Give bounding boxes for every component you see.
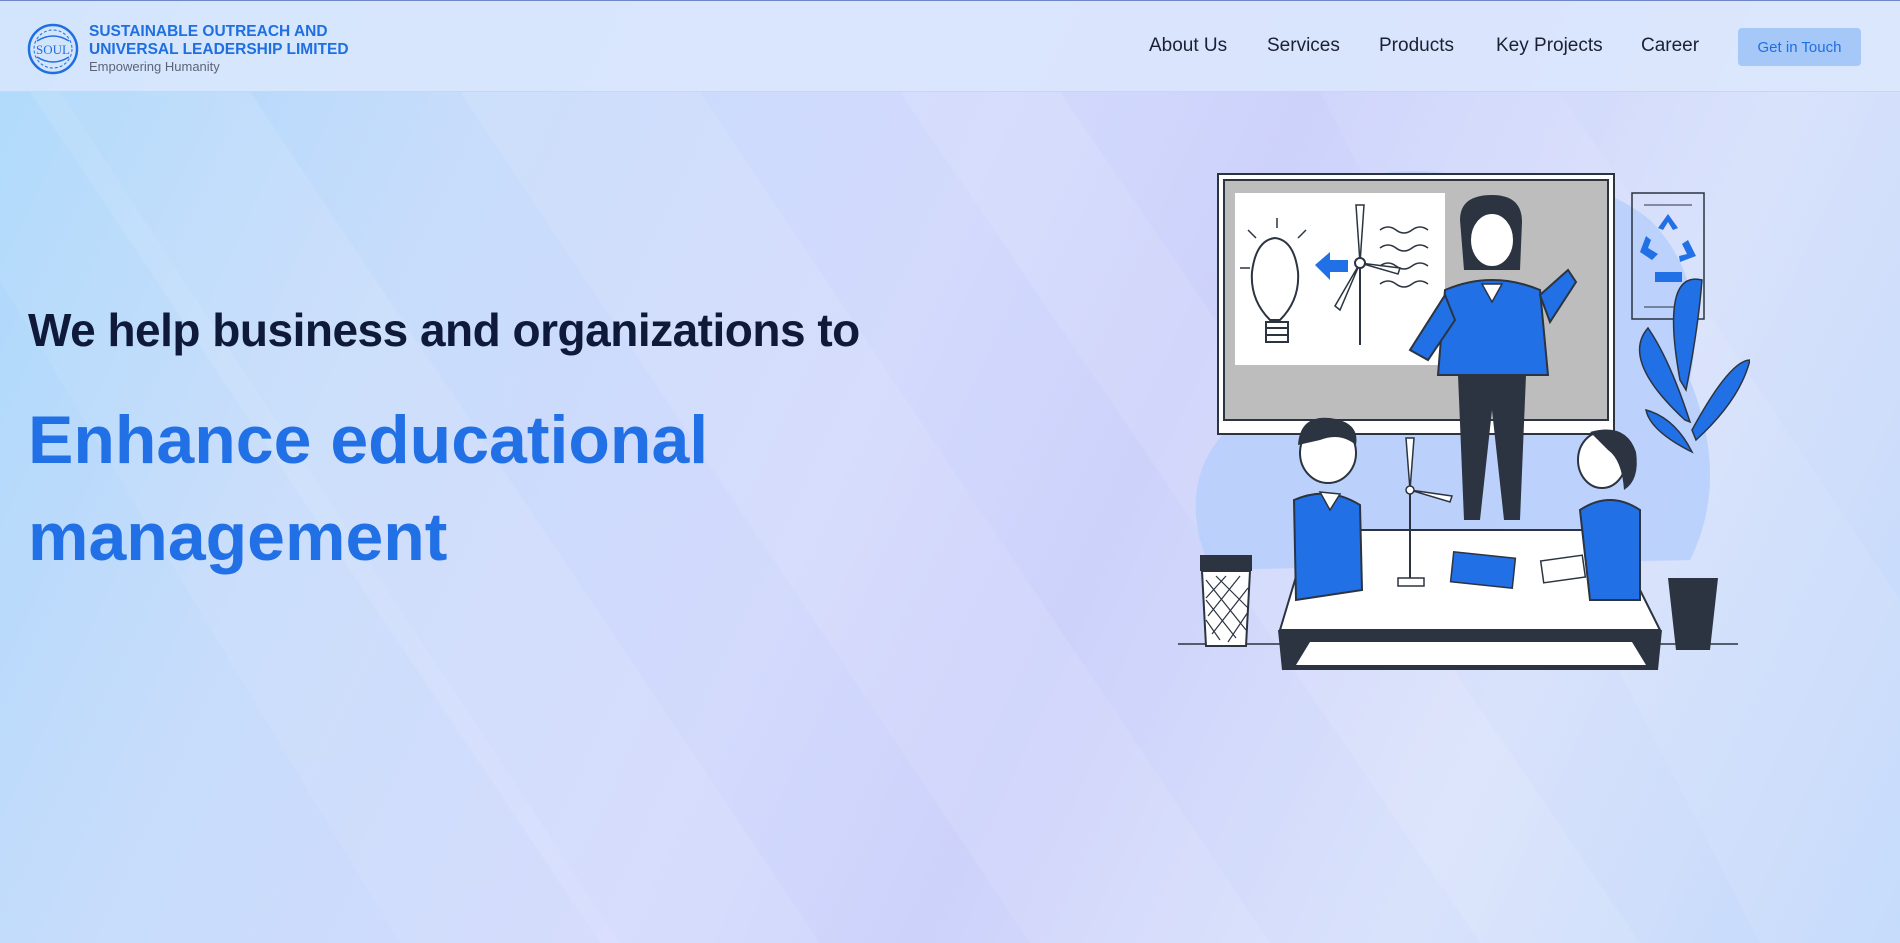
nav-products[interactable]: Products [1379, 35, 1454, 57]
student-boy-figure [1292, 417, 1364, 602]
brand-tagline: Empowering Humanity [89, 59, 220, 74]
site-header: SOUL SUSTAINABLE OUTREACH AND UNIVERSAL … [0, 1, 1900, 92]
trash-bin-icon [1200, 555, 1252, 647]
nav-key-projects[interactable]: Key Projects [1496, 35, 1603, 57]
book-icon [1449, 551, 1517, 589]
nav-about-us[interactable]: About Us [1149, 35, 1227, 57]
get-in-touch-button[interactable]: Get in Touch [1738, 28, 1861, 66]
nav-career[interactable]: Career [1641, 35, 1699, 57]
nav-services[interactable]: Services [1267, 35, 1340, 57]
main-nav: About Us Services Products Key Projects … [0, 35, 1900, 59]
hero-highlight-text: Enhance educational management [28, 402, 709, 575]
classroom-illustration [1178, 171, 1750, 670]
hero-intro-text: We help business and organizations to [28, 304, 860, 356]
